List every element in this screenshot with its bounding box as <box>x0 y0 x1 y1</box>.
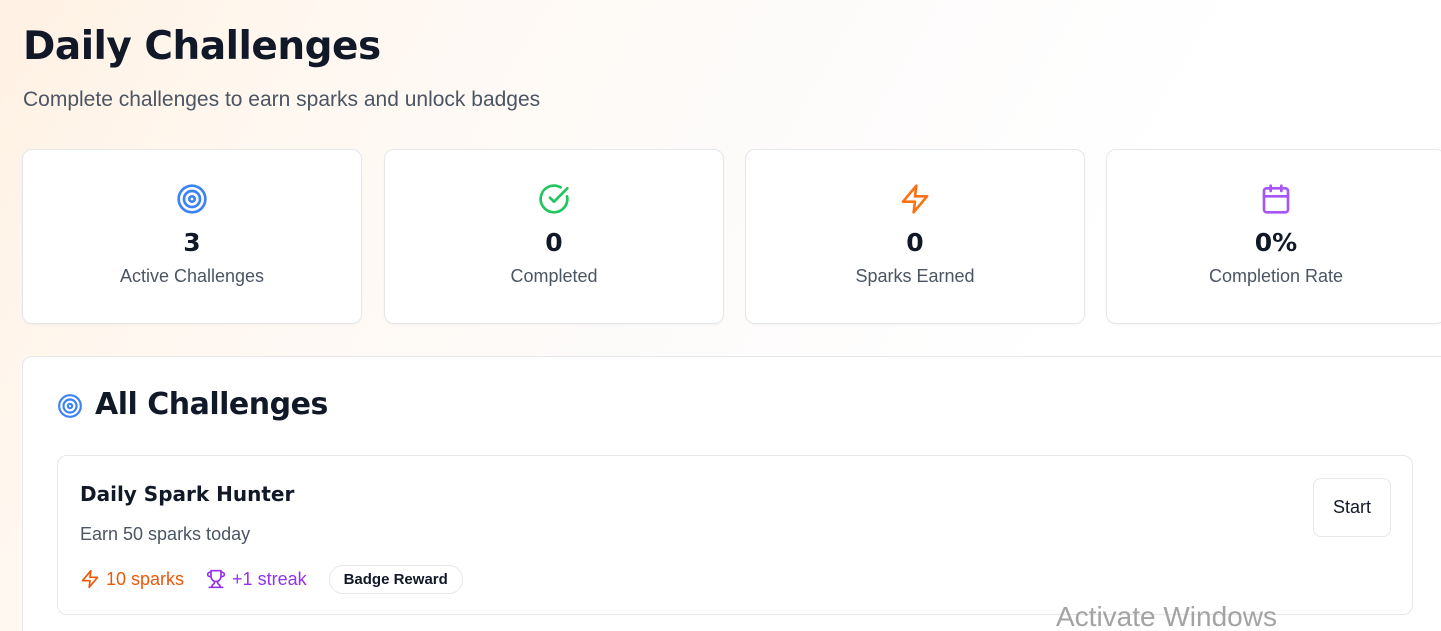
stat-value: 0% <box>1254 228 1298 257</box>
stat-card-completed: 0 Completed <box>384 149 724 324</box>
streak-reward: +1 streak <box>206 569 307 590</box>
sparks-reward-label: 10 sparks <box>106 568 185 589</box>
stat-value: 0 <box>906 228 924 257</box>
challenge-meta: 10 sparks +1 streak Badge Reward <box>80 564 463 594</box>
stat-label: Sparks Earned <box>855 266 975 286</box>
activate-windows-watermark: Activate Windows <box>1056 601 1277 631</box>
page-title: Daily Challenges <box>23 24 381 69</box>
lightning-icon <box>901 184 929 214</box>
lightning-icon <box>81 569 99 589</box>
target-icon <box>177 184 207 214</box>
challenge-card: Daily Spark Hunter Earn 50 sparks today … <box>57 455 1413 615</box>
streak-reward-label: +1 streak <box>232 568 307 589</box>
stat-card-sparks-earned: 0 Sparks Earned <box>745 149 1085 324</box>
stat-card-completion-rate: 0% Completion Rate <box>1106 149 1441 324</box>
check-circle-icon <box>539 184 569 214</box>
stat-value: 0 <box>545 228 563 257</box>
stat-value: 3 <box>183 228 201 257</box>
stat-label: Completed <box>510 266 598 286</box>
stat-label: Active Challenges <box>119 266 265 286</box>
trophy-icon <box>206 569 226 589</box>
badge-reward-tag: Badge Reward <box>328 564 463 594</box>
calendar-icon <box>1262 184 1290 214</box>
start-button[interactable]: Start <box>1313 478 1391 537</box>
challenge-title: Daily Spark Hunter <box>80 482 295 506</box>
sparks-reward: 10 sparks <box>80 569 184 590</box>
page-subtitle: Complete challenges to earn sparks and u… <box>23 88 541 111</box>
target-icon <box>58 394 82 418</box>
stat-label: Completion Rate <box>1208 266 1344 286</box>
all-challenges-panel: All Challenges Daily Spark Hunter Earn 5… <box>22 356 1441 631</box>
panel-title: All Challenges <box>95 387 328 422</box>
stat-card-active-challenges: 3 Active Challenges <box>22 149 362 324</box>
challenge-description: Earn 50 sparks today <box>80 524 251 544</box>
